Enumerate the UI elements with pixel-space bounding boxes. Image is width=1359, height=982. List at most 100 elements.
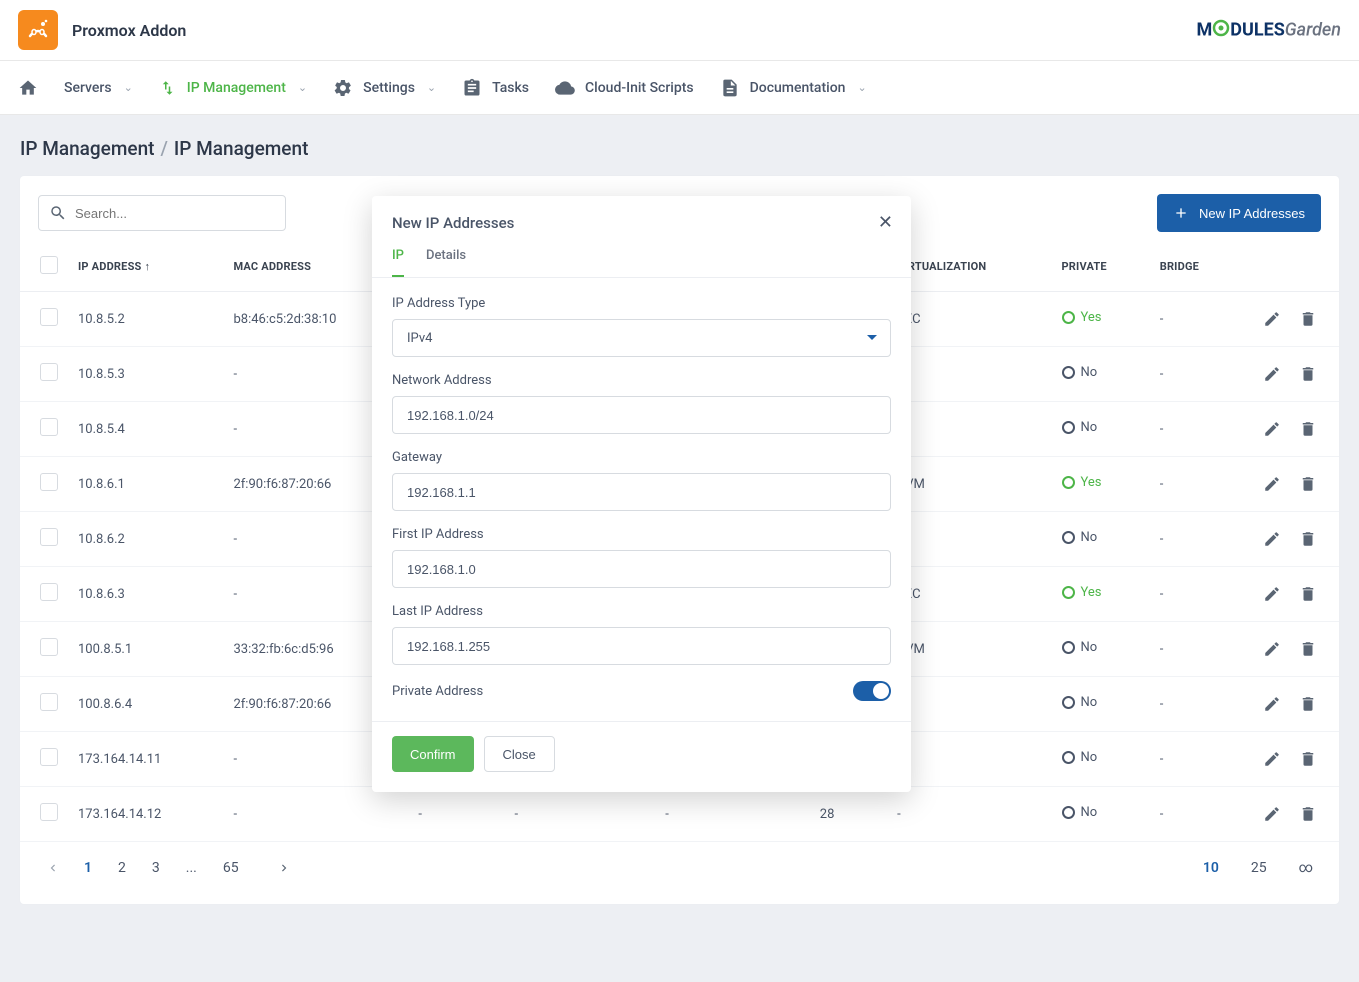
type-select[interactable]: IPv4 (392, 319, 891, 357)
delete-icon[interactable] (1299, 750, 1317, 768)
edit-icon[interactable] (1263, 530, 1281, 548)
cell-ip: 10.8.5.3 (68, 347, 223, 402)
row-checkbox[interactable] (40, 583, 58, 601)
plus-icon (1173, 205, 1189, 221)
row-checkbox[interactable] (40, 363, 58, 381)
cell-bridge: - (1150, 347, 1239, 402)
new-ip-button[interactable]: New IP Addresses (1157, 194, 1321, 232)
row-checkbox[interactable] (40, 748, 58, 766)
row-checkbox[interactable] (40, 638, 58, 656)
close-button[interactable]: Close (484, 736, 555, 772)
chevron-down-icon: ⌄ (124, 81, 133, 94)
private-toggle[interactable] (853, 681, 891, 701)
row-checkbox[interactable] (40, 308, 58, 326)
cell-ip: 10.8.6.1 (68, 457, 223, 512)
table-row: 173.164.14.12 - - - - 28 - No - (20, 787, 1339, 842)
app-title: Proxmox Addon (72, 21, 186, 40)
page-65[interactable]: 65 (217, 856, 245, 880)
search-input-wrapper[interactable] (38, 195, 286, 231)
edit-icon[interactable] (1263, 365, 1281, 383)
col-virt[interactable]: VIRTUALIZATION (887, 242, 1051, 292)
edit-icon[interactable] (1263, 805, 1281, 823)
close-icon[interactable]: ✕ (878, 212, 893, 233)
edit-icon[interactable] (1263, 695, 1281, 713)
delete-icon[interactable] (1299, 585, 1317, 603)
page-next[interactable] (271, 857, 297, 879)
cell-private: No (1052, 402, 1150, 457)
network-input[interactable] (392, 396, 891, 434)
edit-icon[interactable] (1263, 475, 1281, 493)
cell-ip: 100.8.6.4 (68, 677, 223, 732)
nav-cloud-init[interactable]: Cloud-Init Scripts (555, 78, 694, 98)
confirm-button[interactable]: Confirm (392, 736, 474, 772)
cell-ip: 10.8.6.2 (68, 512, 223, 567)
col-bridge[interactable]: BRIDGE (1150, 242, 1239, 292)
gateway-input[interactable] (392, 473, 891, 511)
row-checkbox[interactable] (40, 693, 58, 711)
delete-icon[interactable] (1299, 695, 1317, 713)
last-input[interactable] (392, 627, 891, 665)
modal-title: New IP Addresses (392, 214, 891, 232)
gateway-label: Gateway (392, 450, 891, 465)
row-checkbox[interactable] (40, 803, 58, 821)
page-...[interactable]: ... (180, 856, 203, 880)
chevron-down-icon: ⌄ (298, 81, 307, 94)
edit-icon[interactable] (1263, 310, 1281, 328)
app-logo (18, 10, 58, 50)
cell-virt: LXC (887, 567, 1051, 622)
search-input[interactable] (75, 206, 275, 221)
search-icon (49, 204, 67, 222)
nav-documentation[interactable]: Documentation⌄ (720, 78, 867, 98)
delete-icon[interactable] (1299, 530, 1317, 548)
nav-home[interactable] (18, 78, 38, 98)
pagesize-10[interactable]: 10 (1197, 856, 1225, 880)
delete-icon[interactable] (1299, 310, 1317, 328)
pagesize-∞[interactable]: ∞ (1293, 856, 1319, 880)
delete-icon[interactable] (1299, 640, 1317, 658)
cell-trunks: - (408, 787, 504, 842)
cell-ip: 10.8.6.3 (68, 567, 223, 622)
first-input[interactable] (392, 550, 891, 588)
breadcrumb: IP Management/IP Management (0, 115, 1359, 176)
cell-ip: 100.8.5.1 (68, 622, 223, 677)
cell-virt: - (887, 732, 1051, 787)
last-label: Last IP Address (392, 604, 891, 619)
col-ip[interactable]: IP ADDRESS ↑ (68, 242, 223, 292)
page-2[interactable]: 2 (112, 856, 132, 880)
cloud-icon (555, 78, 575, 98)
edit-icon[interactable] (1263, 585, 1281, 603)
row-checkbox[interactable] (40, 418, 58, 436)
home-icon (18, 78, 38, 98)
page-1[interactable]: 1 (78, 856, 98, 880)
tab-details[interactable]: Details (426, 248, 466, 277)
col-private[interactable]: PRIVATE (1052, 242, 1150, 292)
delete-icon[interactable] (1299, 475, 1317, 493)
row-checkbox[interactable] (40, 473, 58, 491)
tab-ip[interactable]: IP (392, 248, 404, 277)
edit-icon[interactable] (1263, 750, 1281, 768)
edit-icon[interactable] (1263, 420, 1281, 438)
chevron-down-icon: ⌄ (427, 81, 436, 94)
page-prev[interactable] (40, 857, 66, 879)
cell-virt: KVM (887, 622, 1051, 677)
cell-private: No (1052, 512, 1150, 567)
pagesize-25[interactable]: 25 (1245, 856, 1273, 880)
cell-virt: - (887, 402, 1051, 457)
cell-bridge: - (1150, 402, 1239, 457)
nav-servers[interactable]: Servers⌄ (64, 80, 133, 96)
nav-ip-management[interactable]: IP Management⌄ (159, 79, 307, 97)
delete-icon[interactable] (1299, 365, 1317, 383)
nav-tasks[interactable]: Tasks (462, 78, 529, 98)
cell-mac: - (223, 787, 408, 842)
edit-icon[interactable] (1263, 640, 1281, 658)
sort-asc-icon: ↑ (144, 260, 150, 273)
nav-settings[interactable]: Settings⌄ (333, 78, 436, 98)
row-checkbox[interactable] (40, 528, 58, 546)
cell-virt: - (887, 677, 1051, 732)
cell-private: No (1052, 622, 1150, 677)
delete-icon[interactable] (1299, 420, 1317, 438)
select-all-checkbox[interactable] (40, 256, 58, 274)
delete-icon[interactable] (1299, 805, 1317, 823)
new-ip-modal: New IP Addresses ✕ IP Details IP Address… (372, 196, 911, 792)
page-3[interactable]: 3 (146, 856, 166, 880)
